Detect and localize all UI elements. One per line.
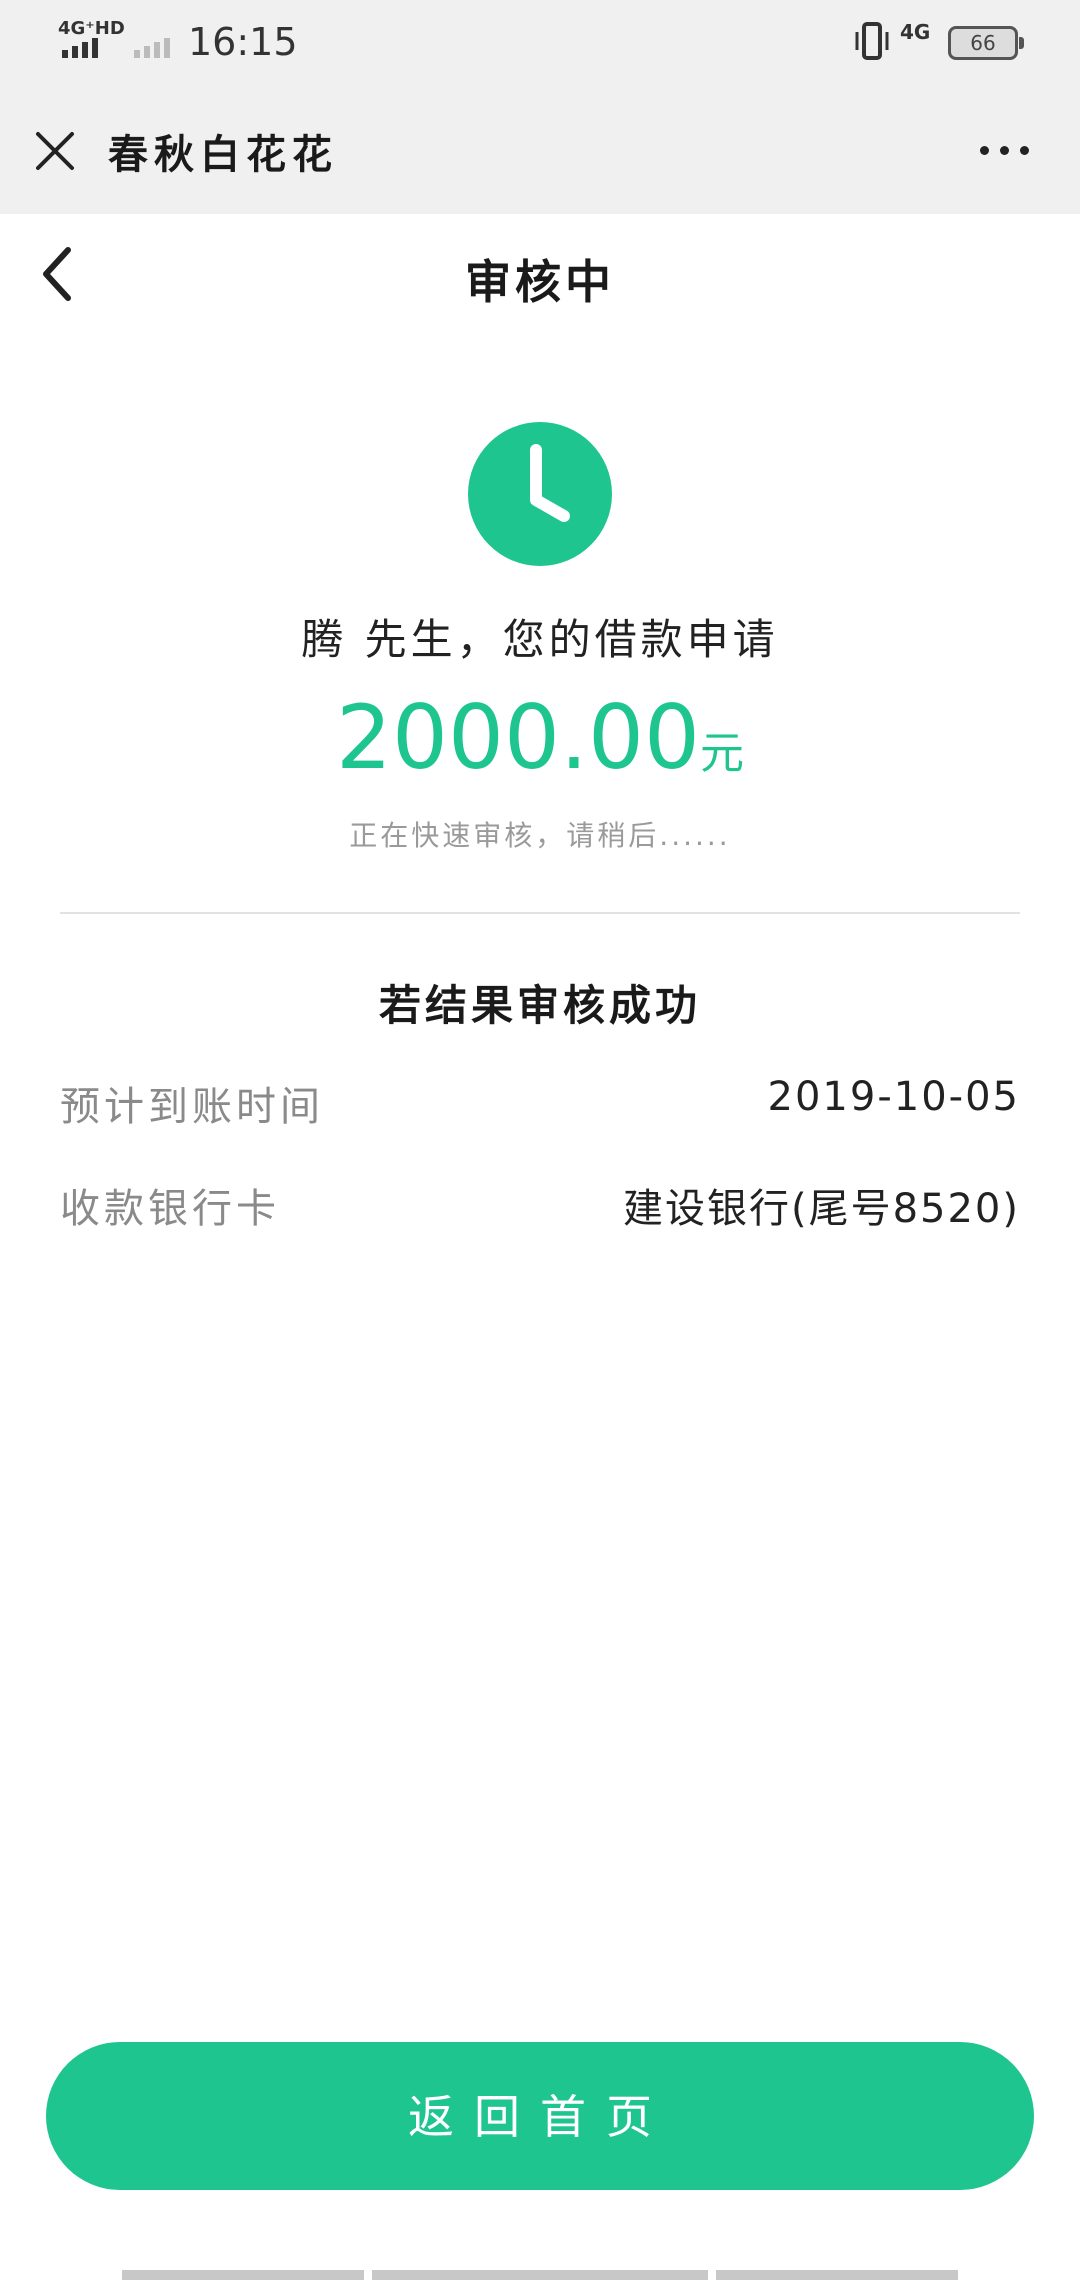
loan-review-page: 4G⁺HD 16:15 4G 66 春秋白花花 审核中 腾 先生，您的借款申请 … [0,0,1080,2280]
result-section-title: 若结果审核成功 [378,981,701,1030]
more-icon[interactable] [976,134,1036,164]
loan-amount: 2000.00元 [0,686,1080,789]
battery-icon: 66 [948,26,1024,60]
nav-gesture-bar [372,2270,708,2280]
network-indicator-2: 4G [900,20,931,44]
clock-icon [468,422,612,566]
review-hint: 正在快速审核，请稍后...... [349,819,731,852]
clock-time: 16:15 [188,20,298,64]
divider [60,912,1020,914]
signal-weak-icon [134,38,170,58]
arrival-time-value: 2019-10-05 [767,1074,1020,1120]
amount-unit: 元 [699,728,744,779]
return-home-button[interactable]: 返回首页 [46,2042,1034,2190]
bank-card-value: 建设银行(尾号8520) [622,1186,1020,1232]
nav-gesture-bar [716,2270,958,2280]
bank-card-label: 收款银行卡 [60,1186,280,1232]
network-indicator: 4G⁺HD [58,18,125,39]
arrival-time-label: 预计到账时间 [60,1084,324,1130]
bank-card-row: 收款银行卡 建设银行(尾号8520) [60,1176,1020,1236]
app-header: 春秋白花花 [0,88,1080,214]
close-icon[interactable] [30,126,80,176]
amount-value: 2000.00 [336,686,700,789]
app-title: 春秋白花花 [108,132,338,178]
nav-gesture-bar [122,2270,364,2280]
arrival-time-row: 预计到账时间 2019-10-05 [60,1074,1020,1134]
page-title: 审核中 [465,255,615,309]
application-greeting: 腾 先生，您的借款申请 [301,615,779,664]
vibrate-icon [855,22,889,60]
status-bar: 4G⁺HD 16:15 4G 66 [0,0,1080,88]
signal-icon [62,38,98,58]
